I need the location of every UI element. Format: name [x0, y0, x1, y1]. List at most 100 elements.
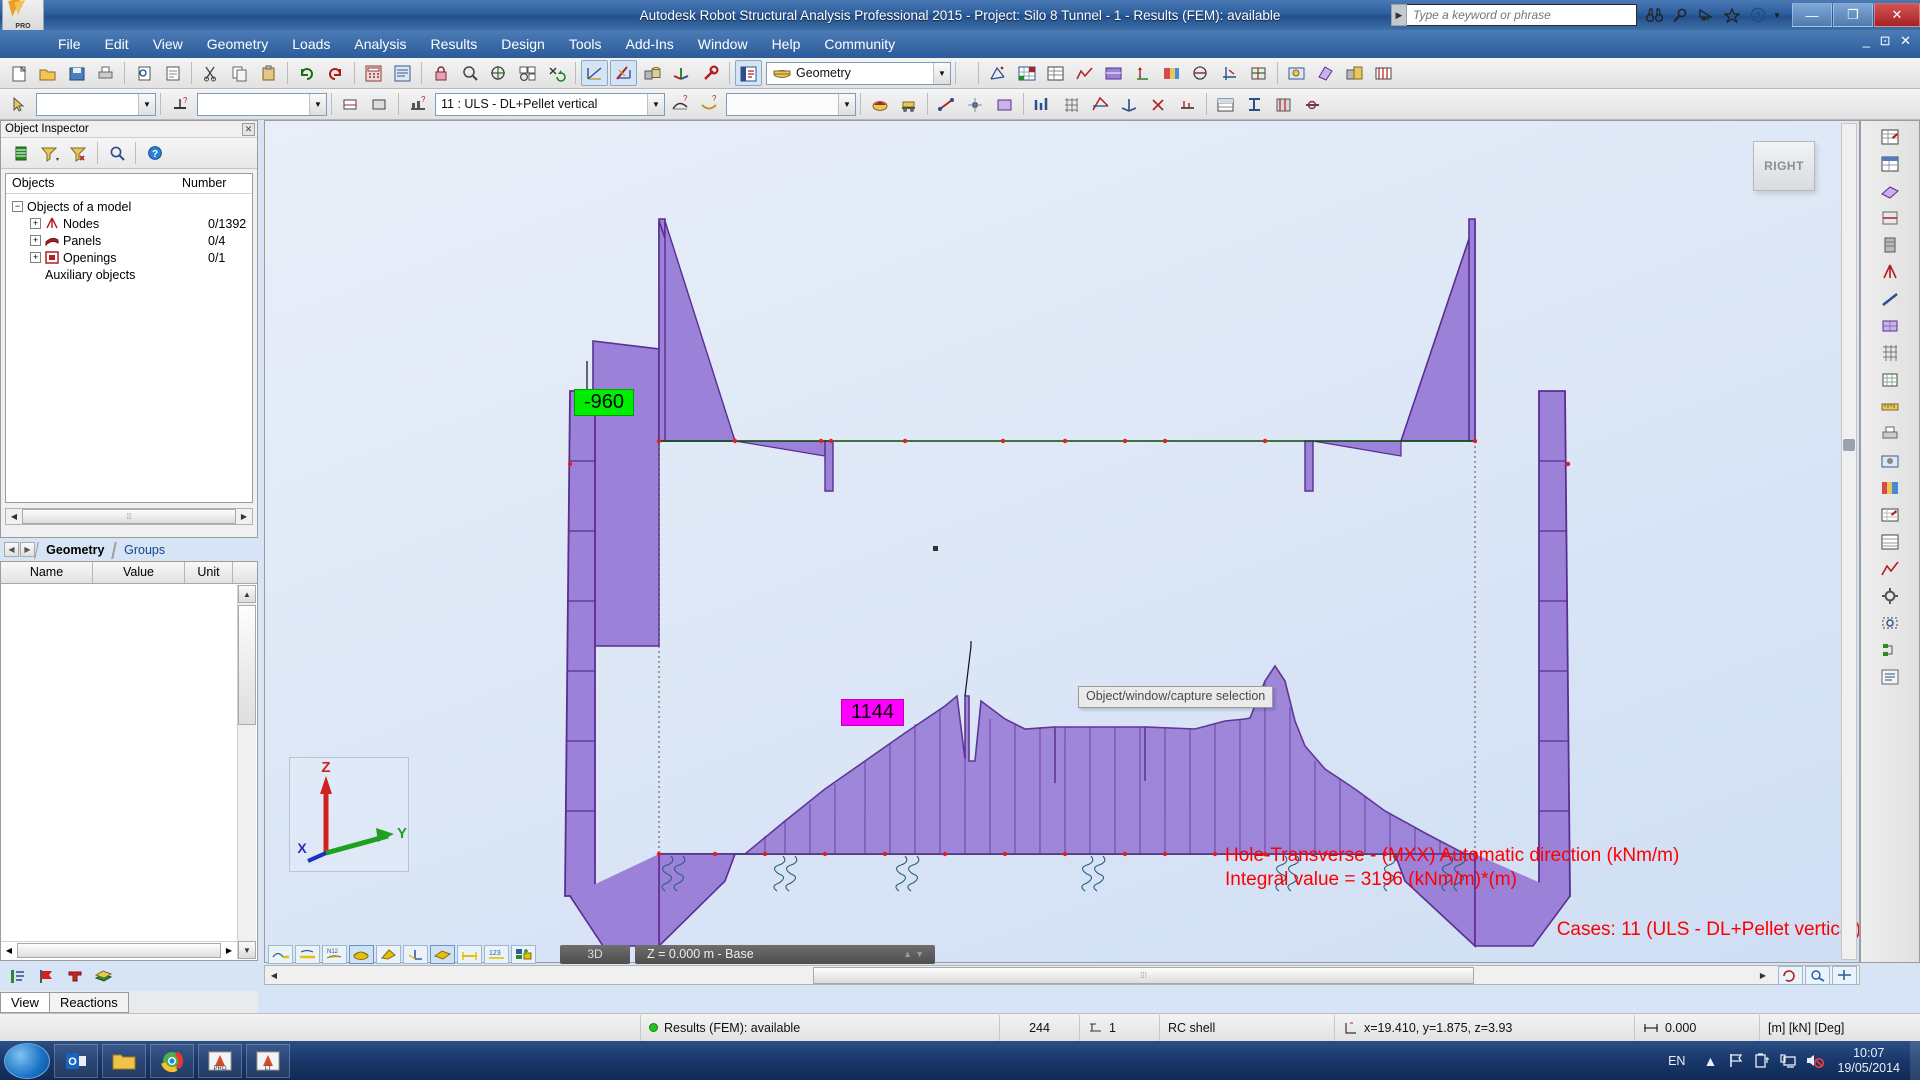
- menu-add-ins[interactable]: Add-Ins: [614, 34, 686, 54]
- tab-groups[interactable]: Groups: [112, 542, 177, 559]
- search-magnifier-icon[interactable]: [1667, 3, 1693, 27]
- tree-row-auxiliary-objects[interactable]: Auxiliary objects: [12, 266, 252, 283]
- rebar-icon[interactable]: [1370, 60, 1397, 86]
- search-expand-icon[interactable]: ▶: [1391, 4, 1407, 26]
- reactions-icon[interactable]: [1129, 60, 1156, 86]
- cut-icon[interactable]: [197, 60, 224, 86]
- solid-view-icon[interactable]: [639, 60, 666, 86]
- menu-results[interactable]: Results: [419, 34, 490, 54]
- surface-element-icon[interactable]: [1876, 313, 1904, 339]
- menu-edit[interactable]: Edit: [93, 34, 141, 54]
- moment-diagram-icon[interactable]: ?: [666, 91, 693, 117]
- connections-icon[interactable]: [1299, 91, 1326, 117]
- add-panel-icon[interactable]: [991, 91, 1018, 117]
- support-combo[interactable]: ▼: [197, 92, 327, 116]
- expander-objects-of-a-model[interactable]: −: [12, 201, 23, 212]
- taskbar-outlook-icon[interactable]: O: [54, 1043, 98, 1078]
- layout-combo-arrow-icon[interactable]: ▼: [933, 62, 950, 84]
- add-view-icon[interactable]: [511, 944, 536, 964]
- menu-tools[interactable]: Tools: [557, 34, 614, 54]
- inspector-search-icon[interactable]: [103, 140, 130, 166]
- add-member-icon[interactable]: [933, 91, 960, 117]
- table-report-icon[interactable]: [1876, 529, 1904, 555]
- binoculars-icon[interactable]: [1641, 3, 1667, 27]
- numbers-small-icon[interactable]: 123: [484, 944, 509, 964]
- viewport-scroll-right-icon[interactable]: ▶: [1754, 971, 1772, 980]
- properties-scroll-thumb[interactable]: [238, 605, 256, 725]
- node-support-icon[interactable]: [1876, 259, 1904, 285]
- moment-m-icon[interactable]: [268, 944, 293, 964]
- concrete-design-icon[interactable]: [1270, 91, 1297, 117]
- open-file-icon[interactable]: [34, 60, 61, 86]
- tree-row-nodes[interactable]: + Nodes 0/1392: [12, 215, 252, 232]
- menu-view[interactable]: View: [141, 34, 195, 54]
- scroll-right-icon[interactable]: ▶: [236, 512, 252, 521]
- scroll-thumb[interactable]: ⁞⁞: [22, 509, 236, 524]
- mesh-icon[interactable]: [1876, 367, 1904, 393]
- structure-tools-icon[interactable]: [610, 60, 637, 86]
- copy-icon[interactable]: [226, 60, 253, 86]
- local-axes-icon[interactable]: [1116, 91, 1143, 117]
- load-case-combo-arrow-icon[interactable]: ▼: [647, 93, 664, 115]
- taskbar-chrome-icon[interactable]: [150, 1043, 194, 1078]
- panel-view-icon[interactable]: [1876, 178, 1904, 204]
- help-dropdown-icon[interactable]: ▼: [1771, 3, 1783, 27]
- properties-hscrollbar[interactable]: ◀ ▶: [1, 941, 237, 959]
- favorites-star-icon[interactable]: [1719, 3, 1745, 27]
- battery-icon[interactable]: [1749, 1053, 1775, 1068]
- tab-geometry[interactable]: Geometry: [34, 542, 117, 559]
- dimension-icon[interactable]: [581, 60, 608, 86]
- tray-expand-icon[interactable]: ▲: [1697, 1053, 1723, 1069]
- zoom-fit-icon[interactable]: [1876, 610, 1904, 636]
- zoom-window-icon[interactable]: [514, 60, 541, 86]
- ruler-icon[interactable]: [1876, 394, 1904, 420]
- grid-display-icon[interactable]: [1058, 91, 1085, 117]
- local-axis-small-icon[interactable]: [403, 944, 428, 964]
- taskbar-explorer-icon[interactable]: [102, 1043, 146, 1078]
- tree-row-objects-of-a-model[interactable]: − Objects of a model: [12, 198, 252, 215]
- panel-cut-icon[interactable]: [376, 944, 401, 964]
- support-combo-arrow-icon[interactable]: ▼: [309, 93, 326, 115]
- menu-loads[interactable]: Loads: [280, 34, 342, 54]
- axis-system-icon[interactable]: [668, 60, 695, 86]
- clipping-icon[interactable]: [1876, 205, 1904, 231]
- tray-language[interactable]: EN: [1656, 1054, 1697, 1068]
- combination-combo[interactable]: ▼: [726, 92, 856, 116]
- properties-scroll-down-icon[interactable]: ▼: [238, 941, 256, 959]
- color-map-icon[interactable]: [1876, 475, 1904, 501]
- close-button[interactable]: ✕: [1874, 3, 1920, 27]
- layout-combo[interactable]: Geometry ▼: [766, 61, 951, 85]
- menu-community[interactable]: Community: [812, 34, 907, 54]
- object-inspector-hscrollbar[interactable]: ◀ ⁞⁞ ▶: [5, 508, 253, 525]
- page-setup-icon[interactable]: [159, 60, 186, 86]
- lock-icon[interactable]: [427, 60, 454, 86]
- viewport-vscroll-thumb[interactable]: [1843, 439, 1855, 451]
- save-icon[interactable]: [63, 60, 90, 86]
- viewport-hscrollbar[interactable]: ◀ ⁞⁞⁞ ▶: [264, 965, 1860, 985]
- expander-panels[interactable]: +: [30, 235, 41, 246]
- properties-scroll-right-icon[interactable]: ▶: [221, 946, 237, 955]
- taskbar-robot-lt-icon[interactable]: LT: [246, 1043, 290, 1078]
- options-icon[interactable]: [1876, 664, 1904, 690]
- model-tree-icon[interactable]: [1876, 637, 1904, 663]
- tree-row-panels[interactable]: + Panels 0/4: [12, 232, 252, 249]
- menu-geometry[interactable]: Geometry: [195, 34, 280, 54]
- properties-hscroll-thumb[interactable]: [17, 943, 221, 958]
- screen-capture-icon[interactable]: [1876, 448, 1904, 474]
- graph-icon[interactable]: [1876, 556, 1904, 582]
- cut-plane-icon[interactable]: [1087, 91, 1114, 117]
- menu-help[interactable]: Help: [760, 34, 813, 54]
- show-desktop-button[interactable]: [1910, 1041, 1920, 1080]
- start-button[interactable]: [4, 1042, 50, 1079]
- view-pan-icon[interactable]: [1832, 965, 1857, 985]
- filter-clear-icon[interactable]: [65, 140, 92, 166]
- print-preview-icon[interactable]: [130, 60, 157, 86]
- refresh-view-icon[interactable]: [543, 60, 570, 86]
- network-flag-icon[interactable]: [1723, 1053, 1749, 1068]
- view-tab-view[interactable]: View: [0, 991, 50, 1013]
- maps-icon[interactable]: [1100, 60, 1127, 86]
- scroll-left-icon[interactable]: ◀: [6, 512, 22, 521]
- view-tab-reactions[interactable]: Reactions: [48, 991, 129, 1013]
- expander-nodes[interactable]: +: [30, 218, 41, 229]
- cursor-select-icon[interactable]: [5, 91, 32, 117]
